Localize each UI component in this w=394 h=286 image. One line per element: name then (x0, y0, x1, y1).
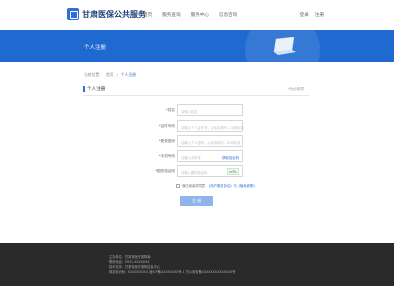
user-links: 登录 注册 (300, 12, 324, 18)
name-label: *姓名 (166, 108, 175, 112)
captcha-label: *图形验证码 (155, 169, 175, 173)
nav-item-info[interactable]: 信息咨询 (219, 12, 237, 18)
password-placeholder: 请输入个人密码，以实际填写…中间标准 (181, 140, 241, 145)
page-footer: 主办单位：甘肃省医疗保障局 联系电话：0931-XXXXXXX 技术支持：甘肃省… (0, 243, 394, 286)
password-label: *登录密码 (158, 139, 175, 143)
breadcrumb-separator: / (116, 72, 118, 77)
banner-title: 个人注册 (84, 45, 107, 51)
register-link[interactable]: 注册 (315, 12, 324, 18)
breadcrumb-home[interactable]: 首页 (106, 72, 114, 78)
agreement-checkbox[interactable] (176, 183, 180, 188)
password-input[interactable]: 请输入个人密码，以实际填写…中间标准 (177, 135, 243, 147)
section-divider (83, 95, 309, 96)
form-row-phone: *手机号码 请输入手机号 获取验证码 (0, 150, 394, 162)
nav-item-query[interactable]: 服务查询 (162, 12, 180, 18)
required-note: *为必填项 (287, 87, 304, 91)
id-number-input[interactable]: 请输入个人证件号，以实际填写…中间标准 (177, 120, 244, 132)
phone-input[interactable]: 请输入手机号 获取验证码 (177, 150, 243, 162)
top-header: 甘肃医保公共服务 首页 服务查询 服务中心 信息咨询 登录 注册 (0, 0, 394, 30)
footer-line-icp: 网站标识码：6200000001 陇ICP备XXXXXXXX号-1 甘公网安备X… (109, 270, 236, 274)
breadcrumb: 当前位置： 首页 / 个人注册 (84, 72, 136, 78)
phone-placeholder: 请输入手机号 (181, 155, 201, 160)
laptop-icon (273, 37, 296, 55)
name-input[interactable]: 请输入姓名 (177, 104, 243, 116)
breadcrumb-current: 个人注册 (120, 72, 137, 77)
agreement-link[interactable]: 《用户服务协议》与《隐私政策》 (207, 183, 256, 188)
form-row-password: *登录密码 请输入个人密码，以实际填写…中间标准 (0, 135, 394, 147)
name-placeholder: 请输入姓名 (181, 109, 198, 114)
site-logo-icon[interactable] (67, 8, 79, 20)
agreement-row: 我已阅读并同意 《用户服务协议》与《隐私政策》 (176, 183, 257, 188)
page-banner: 个人注册 (0, 30, 394, 62)
captcha-input[interactable]: 请输入图形验证码 a7b (177, 165, 243, 177)
form-row-id-number: *证件号码 请输入个人证件号，以实际填写…中间标准 (0, 120, 394, 132)
section-title: 个人注册 (87, 87, 106, 92)
get-sms-code-button[interactable]: 获取验证码 (222, 155, 239, 160)
register-submit-button[interactable]: 注 册 (180, 196, 213, 206)
id-number-placeholder: 请输入个人证件号，以实际填写…中间标准 (181, 125, 244, 130)
captcha-placeholder: 请输入图形验证码 (181, 170, 208, 175)
nav-item-service-center[interactable]: 服务中心 (191, 12, 209, 18)
agreement-text: 我已阅读并同意 (182, 184, 206, 188)
section-marker (83, 86, 85, 92)
main-nav: 首页 服务查询 服务中心 信息咨询 (143, 12, 237, 18)
form-row-captcha: *图形验证码 请输入图形验证码 a7b (0, 165, 394, 177)
breadcrumb-prefix: 当前位置： (84, 72, 103, 77)
form-row-name: *姓名 请输入姓名 (0, 104, 394, 116)
id-number-label: *证件号码 (158, 124, 175, 128)
captcha-image[interactable]: a7b (227, 168, 239, 175)
phone-label: *手机号码 (158, 154, 175, 158)
site-title[interactable]: 甘肃医保公共服务 (82, 9, 146, 20)
nav-item-home[interactable]: 首页 (143, 12, 152, 18)
login-link[interactable]: 登录 (300, 12, 309, 18)
